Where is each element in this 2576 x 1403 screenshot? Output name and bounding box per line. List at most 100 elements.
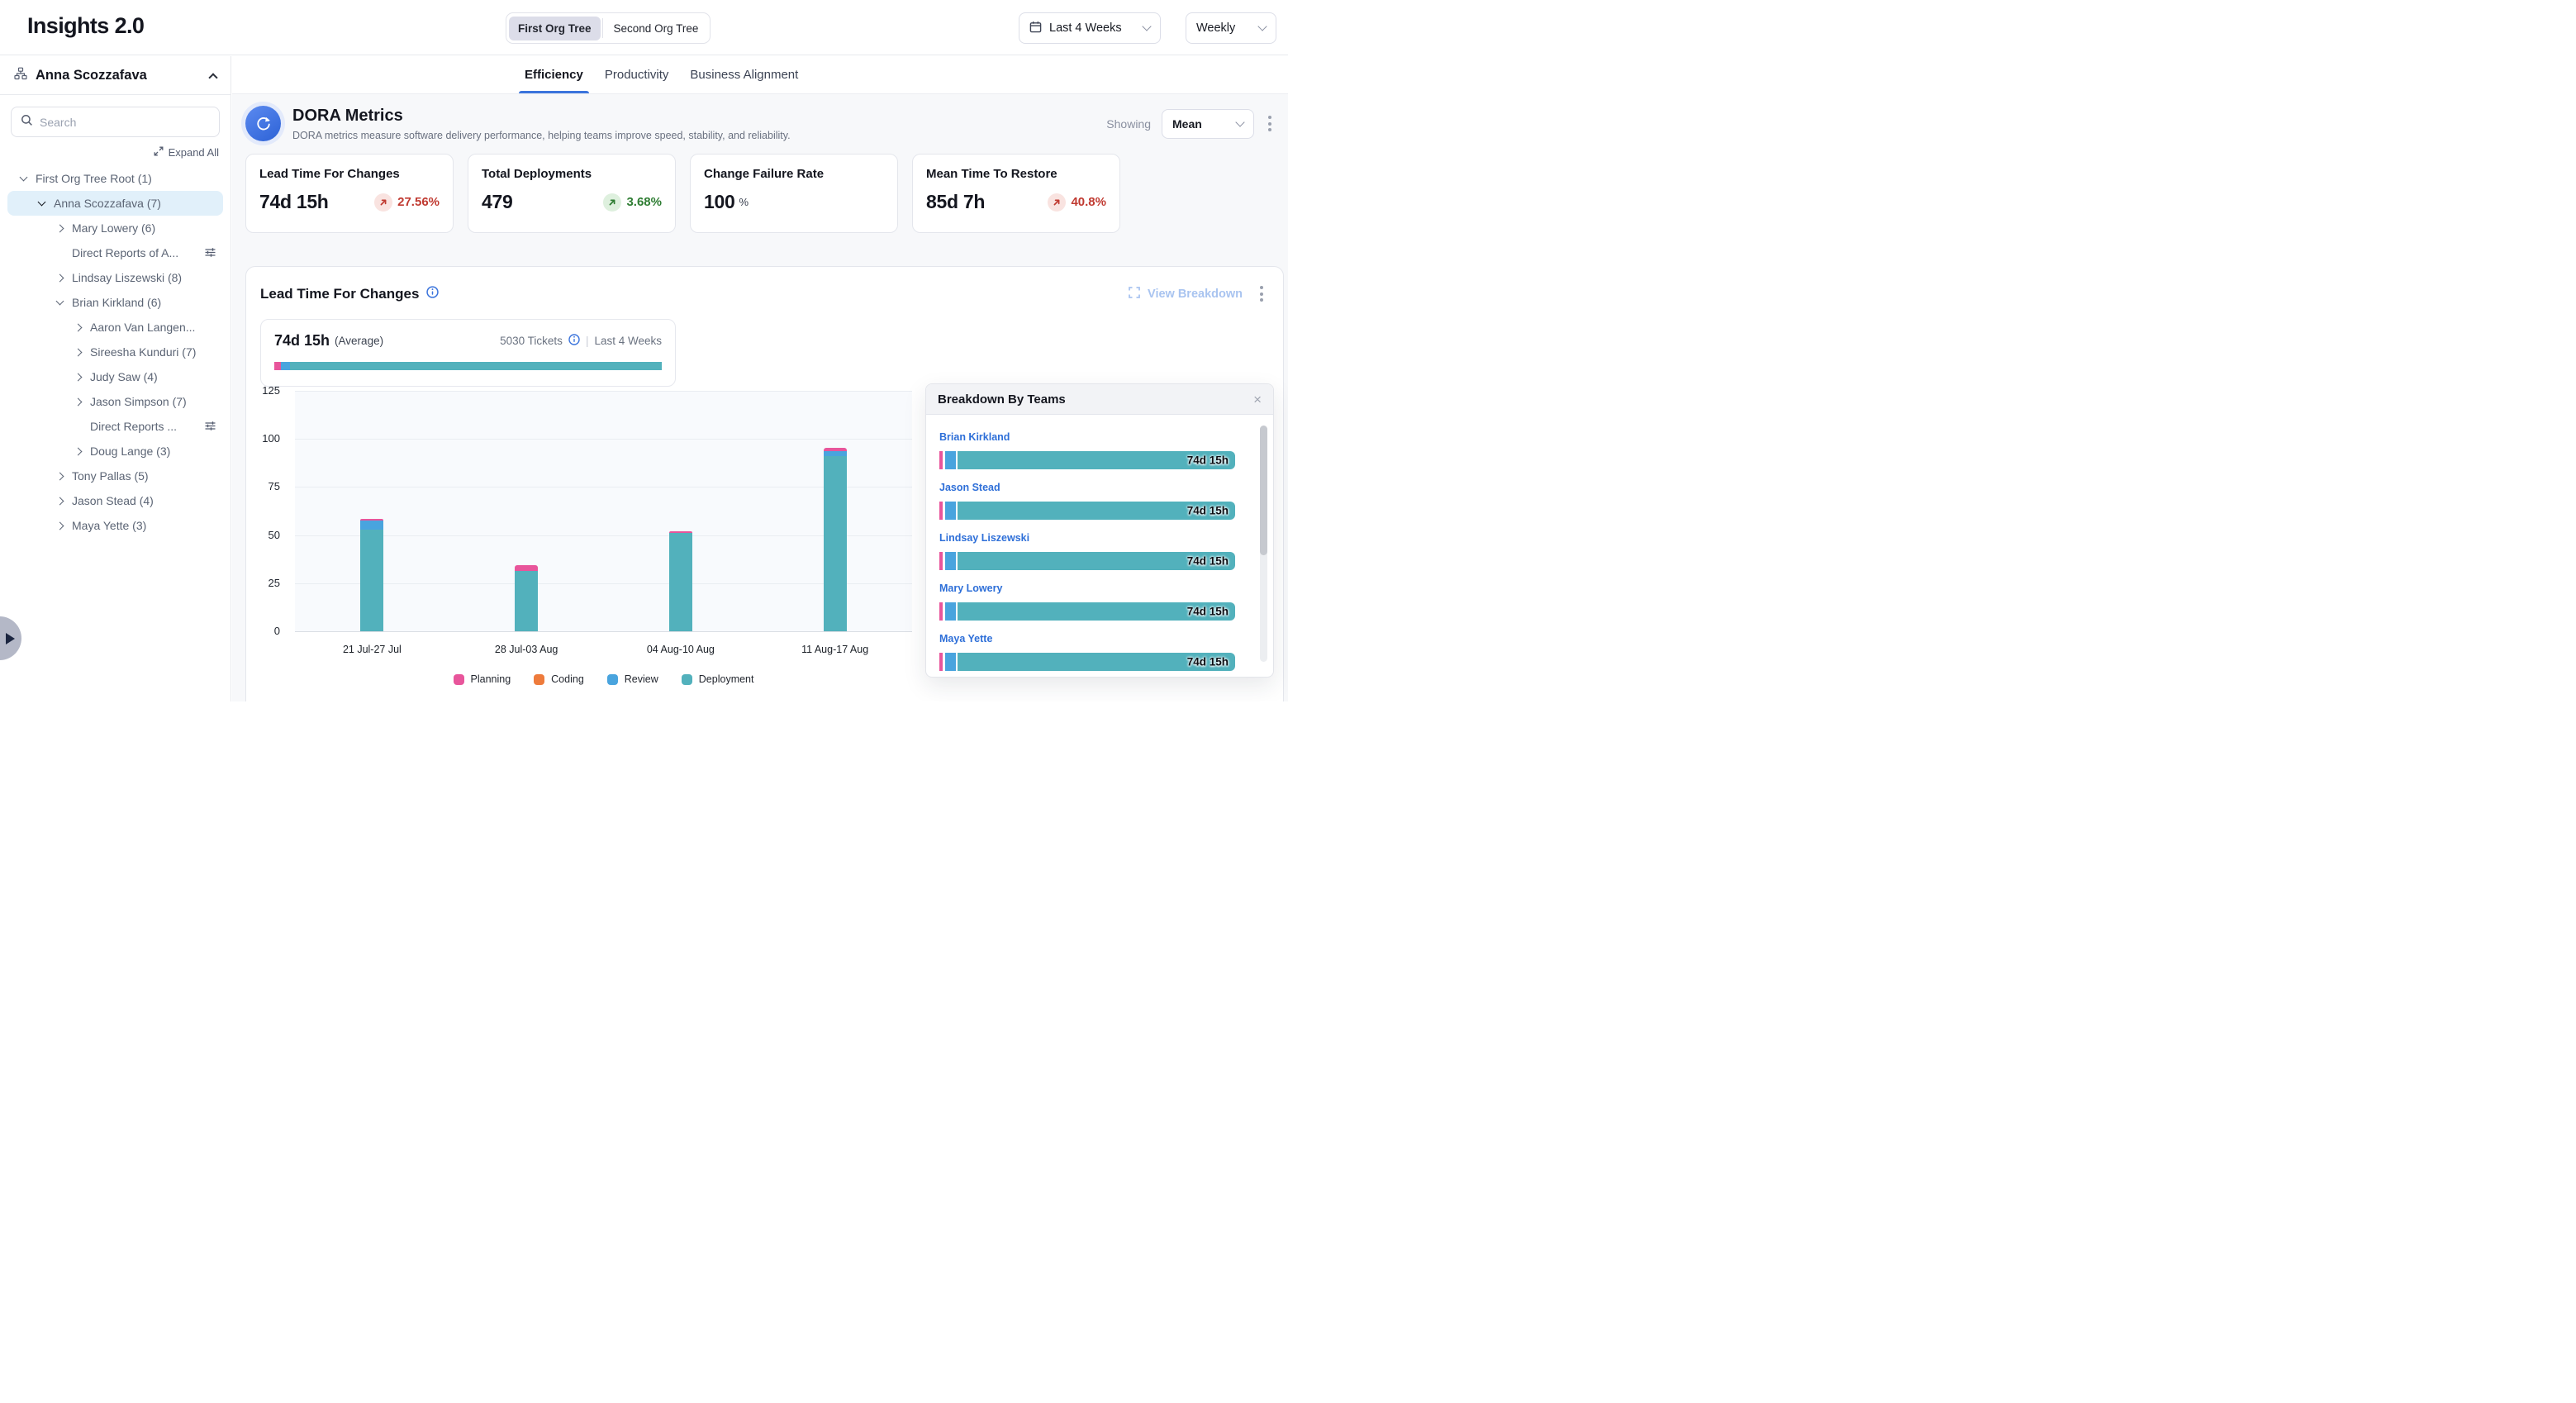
chevron-right-icon[interactable] xyxy=(74,447,83,455)
org-tree: First Org Tree Root (1) Anna Scozzafava (… xyxy=(0,166,231,538)
team-name-link[interactable]: Brian Kirkland xyxy=(939,431,1010,443)
search-input[interactable] xyxy=(40,116,210,129)
chevron-right-icon[interactable] xyxy=(74,348,83,356)
legend-label: Deployment xyxy=(699,673,754,685)
filter-sliders-icon[interactable] xyxy=(204,420,216,435)
team-name-link[interactable]: Mary Lowery xyxy=(939,583,1002,594)
dora-controls: Showing Mean xyxy=(1106,109,1275,139)
breakdown-panel-header: Breakdown By Teams × xyxy=(926,384,1273,415)
lead-time-summary-card: 74d 15h (Average) 5030 Tickets xyxy=(260,319,676,387)
toggle-option-second-org-tree[interactable]: Second Org Tree xyxy=(605,17,708,40)
team-bar-review xyxy=(945,451,956,469)
metric-card[interactable]: Mean Time To Restore85d 7h40.8% xyxy=(912,154,1120,233)
metric-value: 100 xyxy=(704,191,734,213)
dora-header: DORA Metrics DORA metrics measure softwa… xyxy=(245,106,1275,141)
panel-scrollbar[interactable] xyxy=(1260,426,1267,662)
metric-card[interactable]: Change Failure Rate100% xyxy=(690,154,898,233)
team-name-link[interactable]: Maya Yette xyxy=(939,633,992,644)
granularity-select[interactable]: Weekly xyxy=(1186,12,1276,44)
tab-efficiency[interactable]: Efficiency xyxy=(525,56,583,93)
tree-item-label: Sireesha Kunduri (7) xyxy=(90,345,196,359)
gridline xyxy=(295,439,912,440)
chevron-right-icon[interactable] xyxy=(56,472,64,480)
chevron-right-icon[interactable] xyxy=(56,224,64,232)
team-row: Lindsay Liszewski 74d 15h xyxy=(939,530,1235,570)
team-bar-review xyxy=(945,502,956,520)
team-name-link[interactable]: Jason Stead xyxy=(939,482,1000,493)
chevron-right-icon[interactable] xyxy=(56,521,64,530)
panel-scrollbar-thumb[interactable] xyxy=(1260,426,1267,555)
legend-swatch xyxy=(454,674,464,685)
toggle-option-first-org-tree[interactable]: First Org Tree xyxy=(509,17,601,40)
chevron-right-icon[interactable] xyxy=(56,497,64,505)
tree-item[interactable]: Jason Stead (4) xyxy=(7,488,223,513)
aggregation-select[interactable]: Mean xyxy=(1162,109,1254,139)
team-value: 74d 15h xyxy=(1187,606,1229,618)
close-icon[interactable]: × xyxy=(1253,392,1262,407)
tree-item[interactable]: Sireesha Kunduri (7) xyxy=(7,340,223,364)
expand-corners-icon xyxy=(1129,287,1140,302)
tree-item[interactable]: Judy Saw (4) xyxy=(7,364,223,389)
x-tick-label: 28 Jul-03 Aug xyxy=(495,644,558,655)
metric-card[interactable]: Total Deployments4793.68% xyxy=(468,154,676,233)
chevron-down-icon[interactable] xyxy=(38,197,46,206)
info-icon[interactable] xyxy=(568,334,580,348)
breakdown-panel: Breakdown By Teams × Brian Kirkland 74d 1… xyxy=(925,383,1274,678)
y-tick-label: 0 xyxy=(274,625,280,637)
tree-item[interactable]: First Org Tree Root (1) xyxy=(7,166,223,191)
chevron-down-icon xyxy=(1142,21,1151,31)
chevron-right-icon[interactable] xyxy=(74,397,83,406)
tree-item[interactable]: Anna Scozzafava (7) xyxy=(7,191,223,216)
summary-meta: 5030 Tickets | Last 4 Weeks xyxy=(500,334,662,348)
tree-item[interactable]: Tony Pallas (5) xyxy=(7,464,223,488)
dora-title: DORA Metrics xyxy=(292,107,791,126)
tree-item[interactable]: Aaron Van Langen... xyxy=(7,315,223,340)
summary-range-label: Last 4 Weeks xyxy=(594,335,662,347)
tree-item-label: Doug Lange (3) xyxy=(90,445,170,458)
dora-kebab-menu-icon[interactable] xyxy=(1265,112,1275,135)
chevron-right-icon[interactable] xyxy=(74,373,83,381)
legend-swatch xyxy=(534,674,544,685)
showing-label: Showing xyxy=(1106,117,1151,131)
tree-item-label: Judy Saw (4) xyxy=(90,370,158,383)
filter-sliders-icon[interactable] xyxy=(204,246,216,261)
date-range-select[interactable]: Last 4 Weeks xyxy=(1019,12,1161,44)
aggregation-value: Mean xyxy=(1172,117,1202,131)
team-bar-review xyxy=(945,602,956,621)
tree-item[interactable]: Mary Lowery (6) xyxy=(7,216,223,240)
team-name-link[interactable]: Lindsay Liszewski xyxy=(939,532,1029,544)
metric-value: 479 xyxy=(482,191,512,213)
tree-item-label: Aaron Van Langen... xyxy=(90,321,195,334)
tree-item-label: First Org Tree Root (1) xyxy=(36,172,152,185)
tree-item[interactable]: Maya Yette (3) xyxy=(7,513,223,538)
tree-item[interactable]: Jason Simpson (7) xyxy=(7,389,223,414)
tree-item[interactable]: Direct Reports of A... xyxy=(7,240,223,265)
tab-productivity[interactable]: Productivity xyxy=(605,56,669,93)
expand-all-label: Expand All xyxy=(169,146,219,159)
chevron-down-icon[interactable] xyxy=(56,297,64,305)
metric-card[interactable]: Lead Time For Changes74d 15h27.56% xyxy=(245,154,454,233)
org-chart-icon xyxy=(14,67,27,84)
team-value: 74d 15h xyxy=(1187,555,1229,568)
lead-time-kebab-menu-icon[interactable] xyxy=(1257,283,1267,305)
tree-item[interactable]: Doug Lange (3) xyxy=(7,439,223,464)
chevron-down-icon[interactable] xyxy=(20,173,28,181)
tree-item-label: Jason Simpson (7) xyxy=(90,395,187,408)
chevron-right-icon[interactable] xyxy=(74,323,83,331)
view-breakdown-button[interactable]: View Breakdown xyxy=(1129,287,1243,302)
tree-item[interactable]: Brian Kirkland (6) xyxy=(7,290,223,315)
expand-all-button[interactable]: Expand All xyxy=(0,146,219,159)
y-tick-label: 75 xyxy=(269,480,280,492)
info-icon[interactable] xyxy=(426,286,439,302)
team-bar-review xyxy=(945,552,956,570)
legend-item-deployment: Deployment xyxy=(682,673,754,685)
tree-item[interactable]: Direct Reports ... xyxy=(7,414,223,439)
summary-bar-segment-planning xyxy=(274,362,281,370)
metric-value: 74d 15h xyxy=(259,191,329,213)
tab-business-alignment[interactable]: Business Alignment xyxy=(690,56,798,93)
chevron-up-icon[interactable] xyxy=(208,73,217,82)
sidebar-user-header[interactable]: Anna Scozzafava xyxy=(0,56,231,95)
tree-item[interactable]: Lindsay Liszewski (8) xyxy=(7,265,223,290)
chevron-down-icon xyxy=(1257,21,1267,31)
chevron-right-icon[interactable] xyxy=(56,273,64,282)
